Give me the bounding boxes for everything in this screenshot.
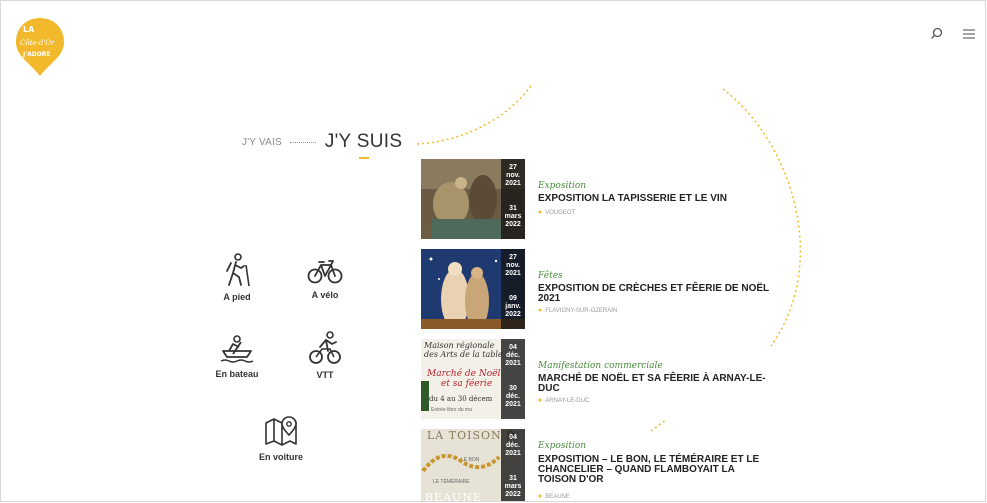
event-location: ● VOUGEOT [538, 209, 576, 216]
event-location: ● BEAUNE [538, 493, 570, 500]
tab-jy-suis[interactable]: J'Y SUIS [325, 131, 402, 159]
event-card-tapisserie[interactable]: 27 nov. 2021 31 mars 2022 Exposition EXPOSIT… [421, 159, 801, 239]
event-title[interactable]: EXPOSITION DE CRÈCHES ET FÊERIE DE NOËL … [538, 284, 778, 304]
event-thumbnail: 27 nov. 2021 31 mars 2022 [421, 159, 525, 239]
mode-label: En voiture [258, 452, 303, 462]
hamburger-icon[interactable] [962, 27, 976, 41]
thumb-poster-info: Entrée libre du ma [431, 407, 472, 413]
event-card-marche-noel[interactable]: Maison régionale des Arts de la table Mar… [421, 339, 801, 419]
mode-tabs: J'Y VAIS J'Y SUIS [242, 129, 402, 159]
event-category: Manifestation commerciale [538, 361, 663, 371]
page-frame: LA Côte-d'Or J'ADORE J'Y VAIS J'Y SUIS A… [0, 0, 986, 502]
mode-vtt[interactable]: VTT [285, 331, 365, 380]
event-card-toison-dor[interactable]: LA TOISON D' LE BON LE TÉMÉRAIRE BEAUNE … [421, 429, 801, 502]
map-pin-icon [265, 416, 297, 446]
mode-a-velo[interactable]: A vélo [285, 257, 365, 300]
event-dates: 04 déc. 2021 30 déc. 2021 [501, 339, 525, 419]
bicycle-icon [307, 260, 343, 284]
event-category: Exposition [538, 181, 587, 191]
event-card-creches[interactable]: 27 nov. 2021 09 janv. 2022 Fêtes EXPOSITION … [421, 249, 801, 329]
thumb-poster-dates: du 4 au 30 décem [429, 395, 493, 403]
event-dates: 04 déc. 2021 31 mars 2022 [501, 429, 525, 501]
mode-label: En bateau [215, 369, 259, 379]
logo-text-line3: J'ADORE [22, 51, 51, 58]
mode-en-bateau[interactable]: En bateau [197, 334, 277, 379]
tab-jy-vais[interactable]: J'Y VAIS [242, 137, 282, 148]
thumb-poster-title: Marché de Noël et sa féerie [427, 369, 501, 389]
location-pin-icon: ● [538, 493, 543, 500]
location-pin-icon: ● [538, 397, 543, 404]
location-pin-icon: ● [538, 209, 543, 216]
logo-text-line1: LA [23, 25, 35, 34]
mountain-bike-icon [309, 331, 341, 364]
mode-label: A pied [223, 292, 251, 302]
brand-logo[interactable]: LA Côte-d'Or J'ADORE [14, 16, 66, 78]
event-title[interactable]: EXPOSITION LA TAPISSERIE ET LE VIN [538, 194, 778, 204]
boat-icon [220, 335, 254, 363]
event-thumbnail: 27 nov. 2021 09 janv. 2022 [421, 249, 525, 329]
mode-label: A vélo [311, 290, 339, 300]
mode-en-voiture[interactable]: En voiture [241, 415, 321, 462]
logo-text-line2: Côte-d'Or [20, 39, 55, 47]
event-category: Fêtes [538, 271, 563, 281]
event-dates: 27 nov. 2021 31 mars 2022 [501, 159, 525, 239]
event-title[interactable]: EXPOSITION – LE BON, LE TÉMÉRAIRE ET LE … [538, 455, 768, 485]
mode-label: VTT [316, 370, 334, 380]
event-location: ● FLAVIGNY-SUR-OZERAIN [538, 307, 618, 314]
thumb-poster-text: Maison régionale des Arts de la table [424, 341, 503, 359]
event-location: ● ARNAY-LE-DUC [538, 397, 590, 404]
chain-decoration [421, 453, 501, 473]
event-category: Exposition [538, 441, 587, 451]
search-icon[interactable] [930, 27, 944, 41]
thumb-poster-city: BEAUNE [425, 491, 482, 502]
mode-a-pied[interactable]: A pied [197, 253, 277, 302]
event-title[interactable]: MARCHÉ DE NOËL ET SA FÊERIE À ARNAY-LE-D… [538, 374, 770, 394]
thumb-decoration [421, 381, 429, 411]
hiker-icon [226, 253, 250, 287]
event-thumbnail: Maison régionale des Arts de la table Mar… [421, 339, 525, 419]
event-thumbnail: LA TOISON D' LE BON LE TÉMÉRAIRE BEAUNE … [421, 429, 525, 502]
tab-separator [289, 141, 316, 143]
event-dates: 27 nov. 2021 09 janv. 2022 [501, 249, 525, 329]
location-pin-icon: ● [538, 307, 543, 314]
